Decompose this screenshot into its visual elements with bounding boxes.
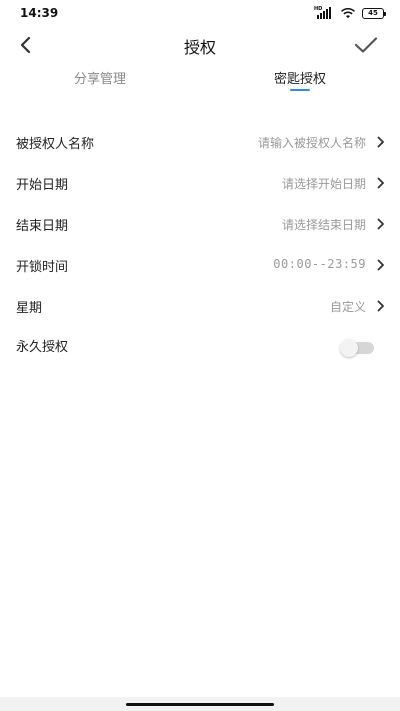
wifi-icon — [340, 8, 356, 19]
home-indicator[interactable] — [126, 703, 274, 706]
nav-bar: 授权 — [0, 26, 400, 64]
unlock-time-value[interactable]: 00:00--23:59 — [273, 257, 366, 271]
tab-key-authorization[interactable]: 密匙授权 — [200, 68, 400, 87]
permanent-authorization-row: 永久授权 — [0, 326, 400, 367]
tab-share-management[interactable]: 分享管理 — [0, 68, 200, 87]
tab-bar: 分享管理 密匙授权 — [0, 64, 400, 96]
chevron-right-icon — [376, 176, 386, 190]
chevron-right-icon — [376, 299, 386, 313]
chevron-right-icon — [376, 135, 386, 149]
weekday-value[interactable]: 自定义 — [330, 298, 366, 315]
start-date-label: 开始日期 — [16, 178, 69, 193]
toggle-knob — [340, 339, 358, 357]
grantee-name-row[interactable]: 被授权人名称 请输入被授权人名称 — [0, 121, 400, 162]
chevron-right-icon — [376, 217, 386, 231]
status-time: 14:39 — [20, 6, 59, 20]
system-navigation-bar — [0, 697, 400, 711]
weekday-row[interactable]: 星期 自定义 — [0, 285, 400, 326]
battery-icon: 45 — [362, 7, 386, 19]
weekday-label: 星期 — [16, 301, 43, 316]
confirm-button[interactable] — [352, 32, 380, 58]
start-date-row[interactable]: 开始日期 请选择开始日期 — [0, 162, 400, 203]
permanent-authorization-label: 永久授权 — [16, 340, 69, 355]
end-date-label: 结束日期 — [16, 219, 69, 234]
signal-icon: HD — [314, 6, 334, 19]
unlock-time-row[interactable]: 开锁时间 00:00--23:59 — [0, 244, 400, 285]
grantee-name-input[interactable]: 请输入被授权人名称 — [258, 134, 366, 151]
grantee-name-label: 被授权人名称 — [16, 137, 95, 152]
unlock-time-label: 开锁时间 — [16, 260, 69, 275]
active-tab-indicator — [290, 89, 310, 91]
battery-level: 45 — [368, 8, 378, 17]
screen: 14:39 HD 45 授权 分享管理 密匙授权 被授权人名称 请输入被授权人名… — [0, 0, 400, 711]
end-date-picker[interactable]: 请选择结束日期 — [282, 216, 366, 233]
start-date-picker[interactable]: 请选择开始日期 — [282, 175, 366, 192]
status-icons: HD 45 — [314, 6, 386, 20]
status-bar: 14:39 HD 45 — [0, 0, 400, 26]
authorization-form: 被授权人名称 请输入被授权人名称 开始日期 请选择开始日期 结束日期 请选择结束… — [0, 121, 400, 367]
chevron-right-icon — [376, 258, 386, 272]
page-title: 授权 — [183, 38, 216, 57]
permanent-authorization-toggle[interactable] — [340, 339, 374, 357]
checkmark-icon — [354, 37, 378, 53]
end-date-row[interactable]: 结束日期 请选择结束日期 — [0, 203, 400, 244]
